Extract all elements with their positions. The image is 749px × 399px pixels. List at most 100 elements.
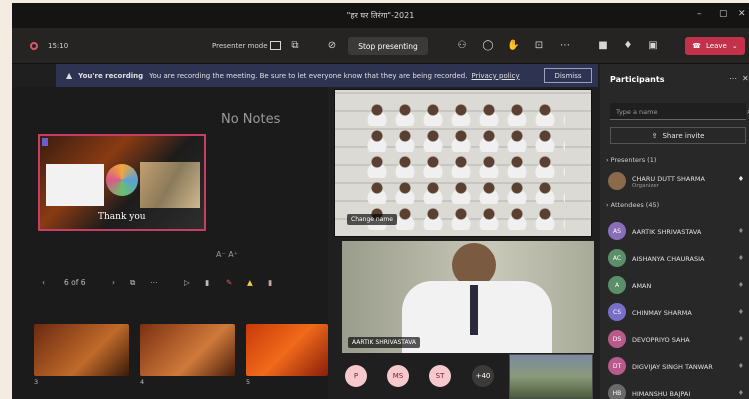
slide-navigation: ‹ 6 of 6 › ⧉ ⋯ ▷ ▮ ✎ ▲ ▮ xyxy=(42,277,282,293)
recording-indicator: 15:10 xyxy=(30,28,68,64)
record-dot-icon xyxy=(30,42,38,50)
participants-panel: Participants ⋯ ✕ Type a name ⌕ ⇪ Share i… xyxy=(600,64,749,399)
slide-logo-image xyxy=(46,164,104,206)
chat-icon[interactable]: ◯ xyxy=(482,40,494,52)
participant-row[interactable]: DS DEVOPRIYO SAHA ♦ xyxy=(608,327,746,349)
slide-photo-image xyxy=(140,162,200,208)
presenter-layout-icon[interactable]: ⧉ xyxy=(289,40,301,52)
title-bar: "हर घर तिरंगा"-2021 – ▢ ✕ xyxy=(12,3,749,28)
avatar: HB xyxy=(608,384,626,399)
privacy-policy-link[interactable]: Privacy policy xyxy=(471,72,519,80)
phone-icon: ☎ xyxy=(692,42,702,50)
participant-row[interactable]: AC AISHANYA CHAURASIA ♦ xyxy=(608,246,746,268)
share-invite-label: Share invite xyxy=(662,131,705,140)
slide-marker xyxy=(42,138,48,146)
pointer-icon[interactable]: ▷ xyxy=(184,278,190,287)
presenter-mode-icon[interactable] xyxy=(270,41,281,50)
participant-name: AARTIK SHRIVASTAVA xyxy=(632,228,702,236)
slide-thumbnail[interactable] xyxy=(246,324,328,376)
participant-name: DIGVIJAY SINGH TANWAR xyxy=(632,363,713,371)
participant-row[interactable]: HB HIMANSHU BAJPAI ♦ xyxy=(608,381,746,399)
presenters-header[interactable]: › Presenters (1) xyxy=(606,156,656,164)
current-slide[interactable]: Thank you xyxy=(38,134,206,231)
classroom-video-tile[interactable]: Change name xyxy=(334,89,592,237)
participant-row[interactable]: AS AARTIK SHRIVASTAVA ♦ xyxy=(608,219,746,241)
presenters-header-label: Presenters (1) xyxy=(610,156,657,164)
meeting-toolbar: 15:10 Presenter mode ⧉ ⊘ Stop presenting… xyxy=(12,28,749,64)
raise-hand-icon[interactable]: ✋ xyxy=(507,40,519,52)
meeting-timer: 15:10 xyxy=(48,42,69,50)
avatar: CS xyxy=(608,303,626,321)
maximize-icon[interactable]: ▢ xyxy=(719,9,728,19)
teams-window: "हर घर तिरंगा"-2021 – ▢ ✕ 15:10 Presente… xyxy=(12,3,749,399)
previous-slide-icon[interactable]: ‹ xyxy=(42,278,45,287)
attendees-header[interactable]: › Attendees (45) xyxy=(606,201,659,209)
mic-muted-icon: ♦ xyxy=(737,227,744,235)
more-options-icon[interactable]: ⋯ xyxy=(729,74,737,83)
participant-row[interactable]: DT DIGVIJAY SINGH TANWAR ♦ xyxy=(608,354,746,376)
presenter-mode-label: Presenter mode xyxy=(212,42,268,50)
speaker-video-tile[interactable]: AARTIK SHRIVASTAVA xyxy=(342,241,594,353)
participant-avatar[interactable]: P xyxy=(345,365,367,387)
participant-avatar[interactable]: MS xyxy=(387,365,409,387)
next-slide-icon[interactable]: › xyxy=(112,278,115,287)
share-invite-button[interactable]: ⇪ Share invite xyxy=(610,127,746,144)
grid-view-icon[interactable]: ⧉ xyxy=(130,278,135,288)
highlighter-icon[interactable]: ▲ xyxy=(247,278,253,287)
recording-banner: ▲ You're recording You are recording the… xyxy=(56,64,598,87)
stop-presenting-button[interactable]: Stop presenting xyxy=(348,37,428,55)
mic-muted-icon: ♦ xyxy=(737,254,744,262)
banner-title: You're recording xyxy=(78,71,144,80)
thumbnail-number: 5 xyxy=(246,378,251,386)
participant-row[interactable]: A AMAN ♦ xyxy=(608,273,746,295)
laser-icon[interactable]: ▮ xyxy=(268,278,272,287)
slide-thumbnail[interactable] xyxy=(140,324,235,376)
eraser-icon[interactable]: ▮ xyxy=(205,278,209,287)
chevron-down-icon: ⌄ xyxy=(731,42,738,50)
participant-name: CHARU DUTT SHARMA xyxy=(632,175,705,183)
avatar: AC xyxy=(608,249,626,267)
mic-muted-icon: ♦ xyxy=(737,389,744,397)
presenter-view: No Notes Thank you A⁻ A⁺ ‹ 6 of 6 › ⧉ ⋯ … xyxy=(12,87,328,399)
close-panel-icon[interactable]: ✕ xyxy=(742,74,749,83)
thumbnail-number: 3 xyxy=(34,378,39,386)
close-icon[interactable]: ✕ xyxy=(738,9,746,19)
share-screen-icon[interactable]: ▣ xyxy=(647,40,659,52)
more-actions-icon[interactable]: ⋯ xyxy=(559,40,571,52)
leave-button[interactable]: ☎ Leave ⌄ xyxy=(685,37,745,55)
participant-row[interactable]: CS CHINMAY SHARMA ♦ xyxy=(608,300,746,322)
participant-role: Organizer xyxy=(632,183,659,189)
participants-icon[interactable]: ⚇ xyxy=(456,40,468,52)
meeting-title: "हर घर तिरंगा"-2021 xyxy=(346,11,415,20)
participant-avatar[interactable]: ST xyxy=(429,365,451,387)
avatar: AS xyxy=(608,222,626,240)
self-view-frame xyxy=(510,355,592,398)
slide-counter: 6 of 6 xyxy=(64,278,86,287)
rooms-icon[interactable]: ⊡ xyxy=(533,40,545,52)
dismiss-button[interactable]: Dismiss xyxy=(544,68,592,83)
search-input[interactable]: Type a name xyxy=(610,103,746,120)
microphone-icon[interactable]: ♦ xyxy=(622,40,634,52)
self-view-video[interactable] xyxy=(509,354,593,399)
participant-row[interactable]: CHARU DUTT SHARMA Organizer ♦ xyxy=(608,169,746,191)
camera-icon[interactable]: ■ xyxy=(597,40,609,52)
slide-thumbnail[interactable] xyxy=(34,324,129,376)
thumbnail-number: 4 xyxy=(140,378,145,386)
microphone-icon: ♦ xyxy=(737,175,744,183)
participant-name: AMAN xyxy=(632,282,652,290)
avatar xyxy=(608,172,626,190)
minimize-icon[interactable]: – xyxy=(697,9,702,19)
pen-icon[interactable]: ✎ xyxy=(226,278,232,287)
font-size-controls[interactable]: A⁻ A⁺ xyxy=(216,250,238,259)
participant-name: HIMANSHU BAJPAI xyxy=(632,390,691,398)
mic-muted-icon: ♦ xyxy=(737,362,744,370)
participant-name: CHINMAY SHARMA xyxy=(632,309,692,317)
banner-message: You are recording the meeting. Be sure t… xyxy=(149,71,468,80)
more-options-icon[interactable]: ⋯ xyxy=(150,278,158,287)
camera-off-icon[interactable]: ⊘ xyxy=(326,40,338,52)
participant-name: AISHANYA CHAURASIA xyxy=(632,255,705,263)
avatar: A xyxy=(608,276,626,294)
more-participants-button[interactable]: +40 xyxy=(472,365,494,387)
participant-name: DEVOPRIYO SAHA xyxy=(632,336,690,344)
avatar: DT xyxy=(608,357,626,375)
